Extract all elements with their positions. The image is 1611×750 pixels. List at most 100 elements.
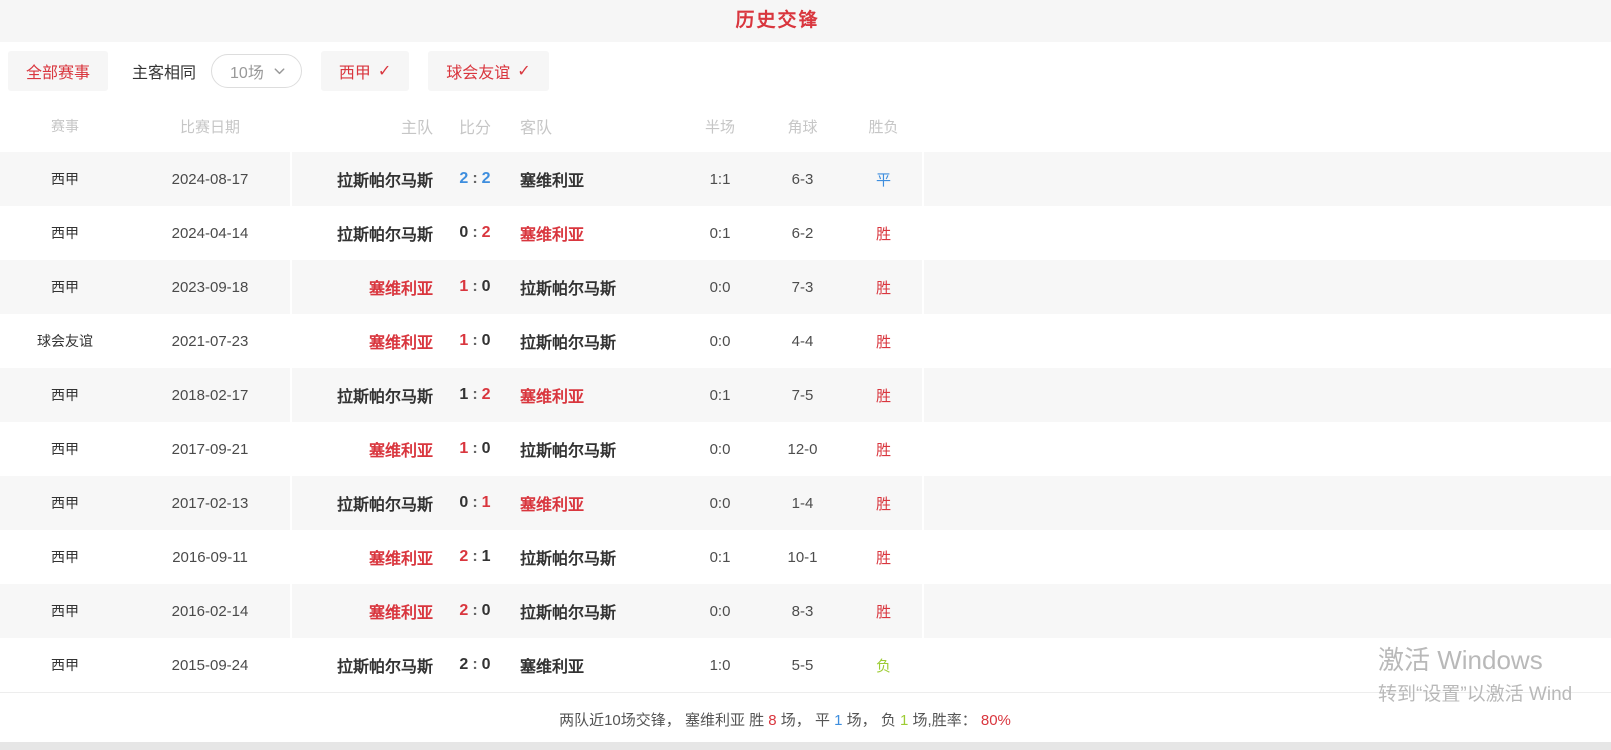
summary-mid2: 场， 负 xyxy=(843,712,901,729)
away-team-cell: 拉斯帕尔马斯 xyxy=(513,275,680,299)
home-score: 0 xyxy=(459,494,468,511)
column-divider xyxy=(290,152,292,692)
league-cell: 球会友谊 xyxy=(0,331,130,351)
score-cell: 0:1 xyxy=(437,494,513,512)
table-row: 西甲 2015-09-24 拉斯帕尔马斯 2:0 塞维利亚 1:0 5-5 负 xyxy=(0,638,1611,692)
header-date: 比赛日期 xyxy=(130,116,290,137)
home-score: 1 xyxy=(459,440,468,457)
league-cell: 西甲 xyxy=(0,439,130,459)
score-cell: 0:2 xyxy=(437,224,513,242)
result-cell: 平 xyxy=(845,169,922,190)
league-cell: 西甲 xyxy=(0,493,130,513)
league-cell: 西甲 xyxy=(0,277,130,297)
summary-mid3: 场,胜率： xyxy=(908,712,981,729)
away-score: 1 xyxy=(482,494,491,511)
date-cell: 2021-07-23 xyxy=(130,333,290,350)
date-cell: 2016-09-11 xyxy=(130,549,290,566)
table-rows: 西甲 2024-08-17 拉斯帕尔马斯 2:2 塞维利亚 1:1 6-3 平 … xyxy=(0,152,1611,692)
score-colon: : xyxy=(472,170,477,187)
home-team-cell: 拉斯帕尔马斯 xyxy=(290,653,437,677)
filter-league-xijia[interactable]: 西甲 ✓ xyxy=(321,51,409,91)
result-cell: 负 xyxy=(845,655,922,676)
summary-prefix: 两队近10场交锋， 塞维利亚 胜 xyxy=(559,712,768,729)
halftime-cell: 0:0 xyxy=(680,495,760,512)
score-colon: : xyxy=(472,440,477,457)
header-half: 半场 xyxy=(680,116,760,137)
away-team-cell: 塞维利亚 xyxy=(513,491,680,515)
away-team-cell: 拉斯帕尔马斯 xyxy=(513,599,680,623)
result-cell: 胜 xyxy=(845,385,922,406)
header-league: 赛事 xyxy=(0,116,130,136)
score-colon: : xyxy=(472,278,477,295)
score-colon: : xyxy=(472,548,477,565)
league-cell: 西甲 xyxy=(0,655,130,675)
away-team-cell: 塞维利亚 xyxy=(513,653,680,677)
home-team-cell: 拉斯帕尔马斯 xyxy=(290,491,437,515)
result-cell: 胜 xyxy=(845,493,922,514)
halftime-cell: 0:0 xyxy=(680,441,760,458)
draw-count: 1 xyxy=(834,712,842,729)
result-cell: 胜 xyxy=(845,439,922,460)
date-cell: 2017-02-13 xyxy=(130,495,290,512)
filter-all-matches-label: 全部赛事 xyxy=(26,59,90,83)
corner-cell: 4-4 xyxy=(760,333,845,350)
halftime-cell: 0:0 xyxy=(680,603,760,620)
filter-count-value: 10场 xyxy=(230,59,264,83)
table-row: 西甲 2016-02-14 塞维利亚 2:0 拉斯帕尔马斯 0:0 8-3 胜 xyxy=(0,584,1611,638)
date-cell: 2023-09-18 xyxy=(130,279,290,296)
corner-cell: 7-5 xyxy=(760,387,845,404)
home-score: 2 xyxy=(459,656,468,673)
away-team-cell: 拉斯帕尔马斯 xyxy=(513,545,680,569)
column-divider xyxy=(922,152,924,692)
corner-cell: 10-1 xyxy=(760,549,845,566)
table-row: 西甲 2024-04-14 拉斯帕尔马斯 0:2 塞维利亚 0:1 6-2 胜 xyxy=(0,206,1611,260)
away-score: 2 xyxy=(482,224,491,241)
filter-all-matches[interactable]: 全部赛事 xyxy=(8,51,108,91)
halftime-cell: 0:0 xyxy=(680,279,760,296)
home-team-cell: 塞维利亚 xyxy=(290,275,437,299)
halftime-cell: 0:0 xyxy=(680,333,760,350)
away-team-cell: 拉斯帕尔马斯 xyxy=(513,437,680,461)
table-row: 西甲 2016-09-11 塞维利亚 2:1 拉斯帕尔马斯 0:1 10-1 胜 xyxy=(0,530,1611,584)
score-cell: 1:0 xyxy=(437,332,513,350)
away-score: 0 xyxy=(482,278,491,295)
home-score: 1 xyxy=(459,332,468,349)
corner-cell: 12-0 xyxy=(760,441,845,458)
filter-friendly[interactable]: 球会友谊 ✓ xyxy=(428,51,548,91)
table-row: 西甲 2023-09-18 塞维利亚 1:0 拉斯帕尔马斯 0:0 7-3 胜 xyxy=(0,260,1611,314)
result-cell: 胜 xyxy=(845,547,922,568)
score-cell: 2:0 xyxy=(437,602,513,620)
win-count: 8 xyxy=(768,712,776,729)
table-header-row: 赛事 比赛日期 主队 比分 客队 半场 角球 胜负 xyxy=(0,100,1611,152)
score-cell: 1:2 xyxy=(437,386,513,404)
home-team-cell: 拉斯帕尔马斯 xyxy=(290,383,437,407)
bottom-strip xyxy=(0,742,1611,750)
away-score: 0 xyxy=(482,602,491,619)
result-cell: 胜 xyxy=(845,601,922,622)
home-team-cell: 拉斯帕尔马斯 xyxy=(290,167,437,191)
head-to-head-table: 赛事 比赛日期 主队 比分 客队 半场 角球 胜负 西甲 2024-08-17 … xyxy=(0,100,1611,692)
head-to-head-page: 历史交锋 全部赛事 主客相同 10场 西甲 ✓ 球会友谊 ✓ 赛事 比赛日期 主… xyxy=(0,0,1611,750)
away-team-cell: 塞维利亚 xyxy=(513,383,680,407)
away-score: 0 xyxy=(482,656,491,673)
filter-same-venue[interactable]: 主客相同 xyxy=(132,59,196,83)
away-score: 0 xyxy=(482,440,491,457)
score-colon: : xyxy=(472,224,477,241)
home-team-cell: 塞维利亚 xyxy=(290,545,437,569)
date-cell: 2015-09-24 xyxy=(130,657,290,674)
filter-count-dropdown[interactable]: 10场 xyxy=(211,54,302,88)
filter-bar: 全部赛事 主客相同 10场 西甲 ✓ 球会友谊 ✓ xyxy=(0,42,1611,100)
corner-cell: 7-3 xyxy=(760,279,845,296)
header-home: 主队 xyxy=(290,114,437,138)
header-result: 胜负 xyxy=(845,116,922,137)
away-score: 2 xyxy=(482,386,491,403)
summary-mid1: 场， 平 xyxy=(777,712,835,729)
score-cell: 2:2 xyxy=(437,170,513,188)
home-score: 2 xyxy=(459,170,468,187)
table-row: 西甲 2018-02-17 拉斯帕尔马斯 1:2 塞维利亚 0:1 7-5 胜 xyxy=(0,368,1611,422)
league-cell: 西甲 xyxy=(0,385,130,405)
date-cell: 2018-02-17 xyxy=(130,387,290,404)
date-cell: 2024-04-14 xyxy=(130,225,290,242)
chevron-down-icon xyxy=(272,64,287,79)
score-colon: : xyxy=(472,656,477,673)
